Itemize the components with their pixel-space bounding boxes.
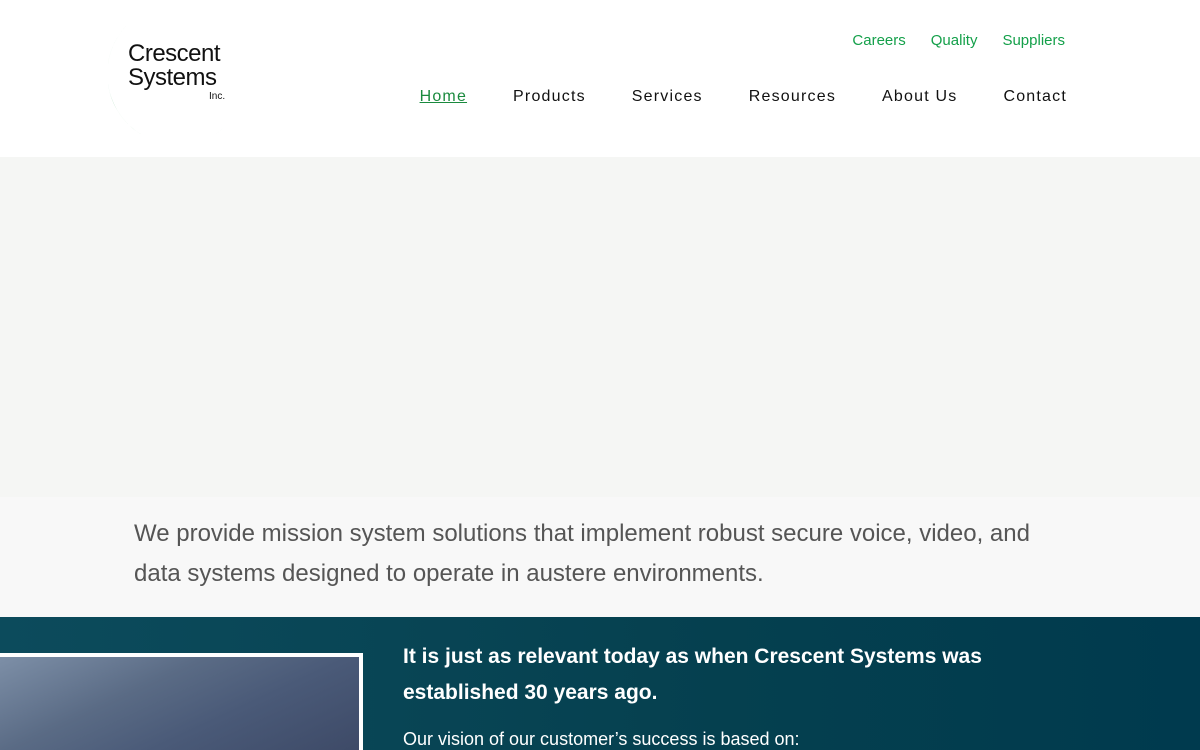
util-link-careers[interactable]: Careers xyxy=(852,32,905,49)
nav-about-us[interactable]: About Us xyxy=(882,88,957,106)
vision-heading: It is just as relevant today as when Cre… xyxy=(403,645,982,704)
nav-products[interactable]: Products xyxy=(513,88,586,106)
intro-section: We provide mission system solutions that… xyxy=(0,497,1200,617)
logo-text-systems: Systems xyxy=(128,64,217,91)
vision-band: It is just as relevant today as when Cre… xyxy=(0,617,1200,750)
util-link-suppliers[interactable]: Suppliers xyxy=(1002,32,1065,49)
logo-text-inc: Inc. xyxy=(209,91,226,102)
feature-photo-frame xyxy=(0,653,363,750)
logo[interactable]: Crescent Systems Inc. xyxy=(108,16,238,134)
intro-text: We provide mission system solutions that… xyxy=(134,520,1030,587)
feature-photo xyxy=(0,657,359,750)
vision-subheading: Our vision of our customer’s success is … xyxy=(403,729,800,749)
hero-banner xyxy=(0,157,1200,497)
util-link-quality[interactable]: Quality xyxy=(931,32,978,49)
main-nav: Home Products Services Resources About U… xyxy=(420,88,1067,106)
nav-services[interactable]: Services xyxy=(632,88,703,106)
site-header: Crescent Systems Inc. Careers Quality Su… xyxy=(0,0,1200,157)
utility-nav: Careers Quality Suppliers xyxy=(852,32,1065,49)
nav-resources[interactable]: Resources xyxy=(749,88,836,106)
nav-home[interactable]: Home xyxy=(420,88,467,106)
nav-contact[interactable]: Contact xyxy=(1003,88,1067,106)
